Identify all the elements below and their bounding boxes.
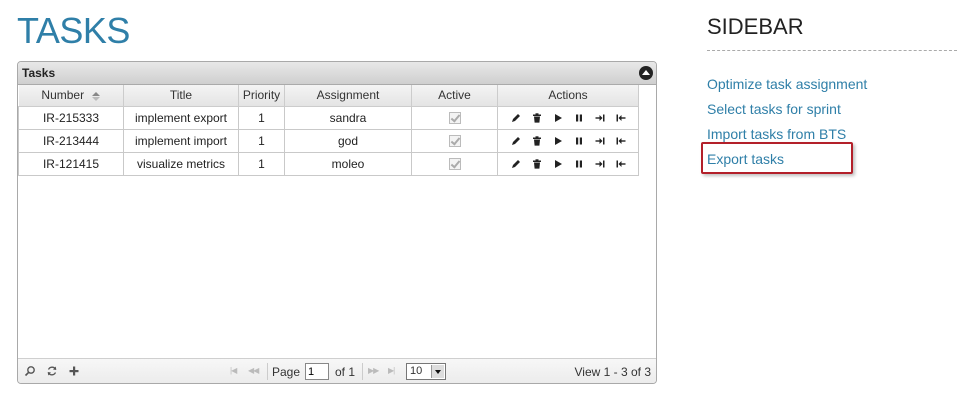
page-title: TASKS: [17, 10, 130, 51]
cell-priority: 1: [238, 151, 285, 176]
cell-actions: [497, 105, 639, 130]
page-label: Page: [272, 365, 301, 379]
pager-separator: [267, 363, 268, 380]
cell-actions: [497, 151, 639, 176]
cell-title: implement export: [123, 105, 239, 130]
tasks-grid: Tasks Number Title Priority Assignment A…: [17, 61, 657, 384]
search-icon[interactable]: [24, 365, 36, 377]
grid-pager: |◀ ◀◀ Page of 1 ▶▶ ▶| 10 View 1 - 3 of 3: [18, 358, 656, 383]
cell-active: [411, 105, 498, 130]
pause-icon[interactable]: [574, 159, 584, 169]
page-count-label: of 1: [335, 365, 356, 379]
delete-icon[interactable]: [532, 113, 542, 123]
pager-separator: [362, 363, 363, 380]
rows-per-page-select[interactable]: 10: [406, 363, 446, 380]
column-header-assignment[interactable]: Assignment: [284, 85, 412, 107]
collapse-icon[interactable]: [639, 66, 653, 80]
cell-assignment: god: [284, 128, 412, 153]
cell-assignment: sandra: [284, 105, 412, 130]
sidebar-link-import-tasks-from-bts[interactable]: Import tasks from BTS: [707, 126, 846, 142]
table-row[interactable]: IR-121415 visualize metrics 1 moleo: [18, 151, 639, 176]
back-icon[interactable]: [616, 113, 626, 123]
view-records-text: View 1 - 3 of 3: [574, 365, 652, 379]
active-checkbox: [448, 158, 461, 171]
header-row: Number Title Priority Assignment Active …: [18, 85, 639, 107]
column-header-actions: Actions: [497, 85, 639, 107]
sidebar-link-optimize-task-assignment[interactable]: Optimize task assignment: [707, 76, 867, 92]
tasks-table: Number Title Priority Assignment Active …: [18, 85, 639, 176]
edit-icon[interactable]: [511, 136, 521, 146]
sidebar-title: SIDEBAR: [707, 14, 804, 39]
cell-active: [411, 151, 498, 176]
grid-caption-bar: Tasks: [18, 62, 656, 85]
first-page-icon[interactable]: |◀: [230, 366, 237, 375]
skip-icon[interactable]: [595, 159, 605, 169]
cell-title: implement import: [123, 128, 239, 153]
play-icon[interactable]: [553, 159, 563, 169]
play-icon[interactable]: [553, 113, 563, 123]
cell-priority: 1: [238, 105, 285, 130]
sidebar-divider: [707, 50, 957, 51]
delete-icon[interactable]: [532, 159, 542, 169]
edit-icon[interactable]: [511, 159, 521, 169]
cell-title: visualize metrics: [123, 151, 239, 176]
active-checkbox: [448, 135, 461, 148]
cell-number: IR-215333: [18, 105, 124, 130]
skip-icon[interactable]: [595, 113, 605, 123]
delete-icon[interactable]: [532, 136, 542, 146]
back-icon[interactable]: [616, 159, 626, 169]
cell-actions: [497, 128, 639, 153]
column-header-title[interactable]: Title: [123, 85, 239, 107]
pause-icon[interactable]: [574, 113, 584, 123]
rows-per-page-value: 10: [410, 365, 423, 377]
column-header-active[interactable]: Active: [411, 85, 498, 107]
sort-icon[interactable]: [92, 91, 101, 101]
column-header-number[interactable]: Number: [18, 85, 124, 107]
skip-icon[interactable]: [595, 136, 605, 146]
cell-assignment: moleo: [284, 151, 412, 176]
chevron-down-icon[interactable]: [431, 365, 444, 378]
add-icon[interactable]: [68, 365, 80, 377]
page-number-input[interactable]: [305, 363, 329, 380]
prev-page-icon[interactable]: ◀◀: [248, 366, 259, 375]
play-icon[interactable]: [553, 136, 563, 146]
table-row[interactable]: IR-215333 implement export 1 sandra: [18, 105, 639, 130]
cell-active: [411, 128, 498, 153]
highlight-box: [701, 142, 853, 174]
cell-priority: 1: [238, 128, 285, 153]
pause-icon[interactable]: [574, 136, 584, 146]
next-page-icon[interactable]: ▶▶: [368, 366, 379, 375]
grid-caption: Tasks: [22, 66, 56, 80]
back-icon[interactable]: [616, 136, 626, 146]
last-page-icon[interactable]: ▶|: [388, 366, 395, 375]
sidebar-link-select-tasks-for-sprint[interactable]: Select tasks for sprint: [707, 101, 841, 117]
cell-number: IR-213444: [18, 128, 124, 153]
active-checkbox: [448, 112, 461, 125]
edit-icon[interactable]: [511, 113, 521, 123]
column-header-priority[interactable]: Priority: [238, 85, 285, 107]
cell-number: IR-121415: [18, 151, 124, 176]
table-row[interactable]: IR-213444 implement import 1 god: [18, 128, 639, 153]
refresh-icon[interactable]: [46, 365, 58, 377]
